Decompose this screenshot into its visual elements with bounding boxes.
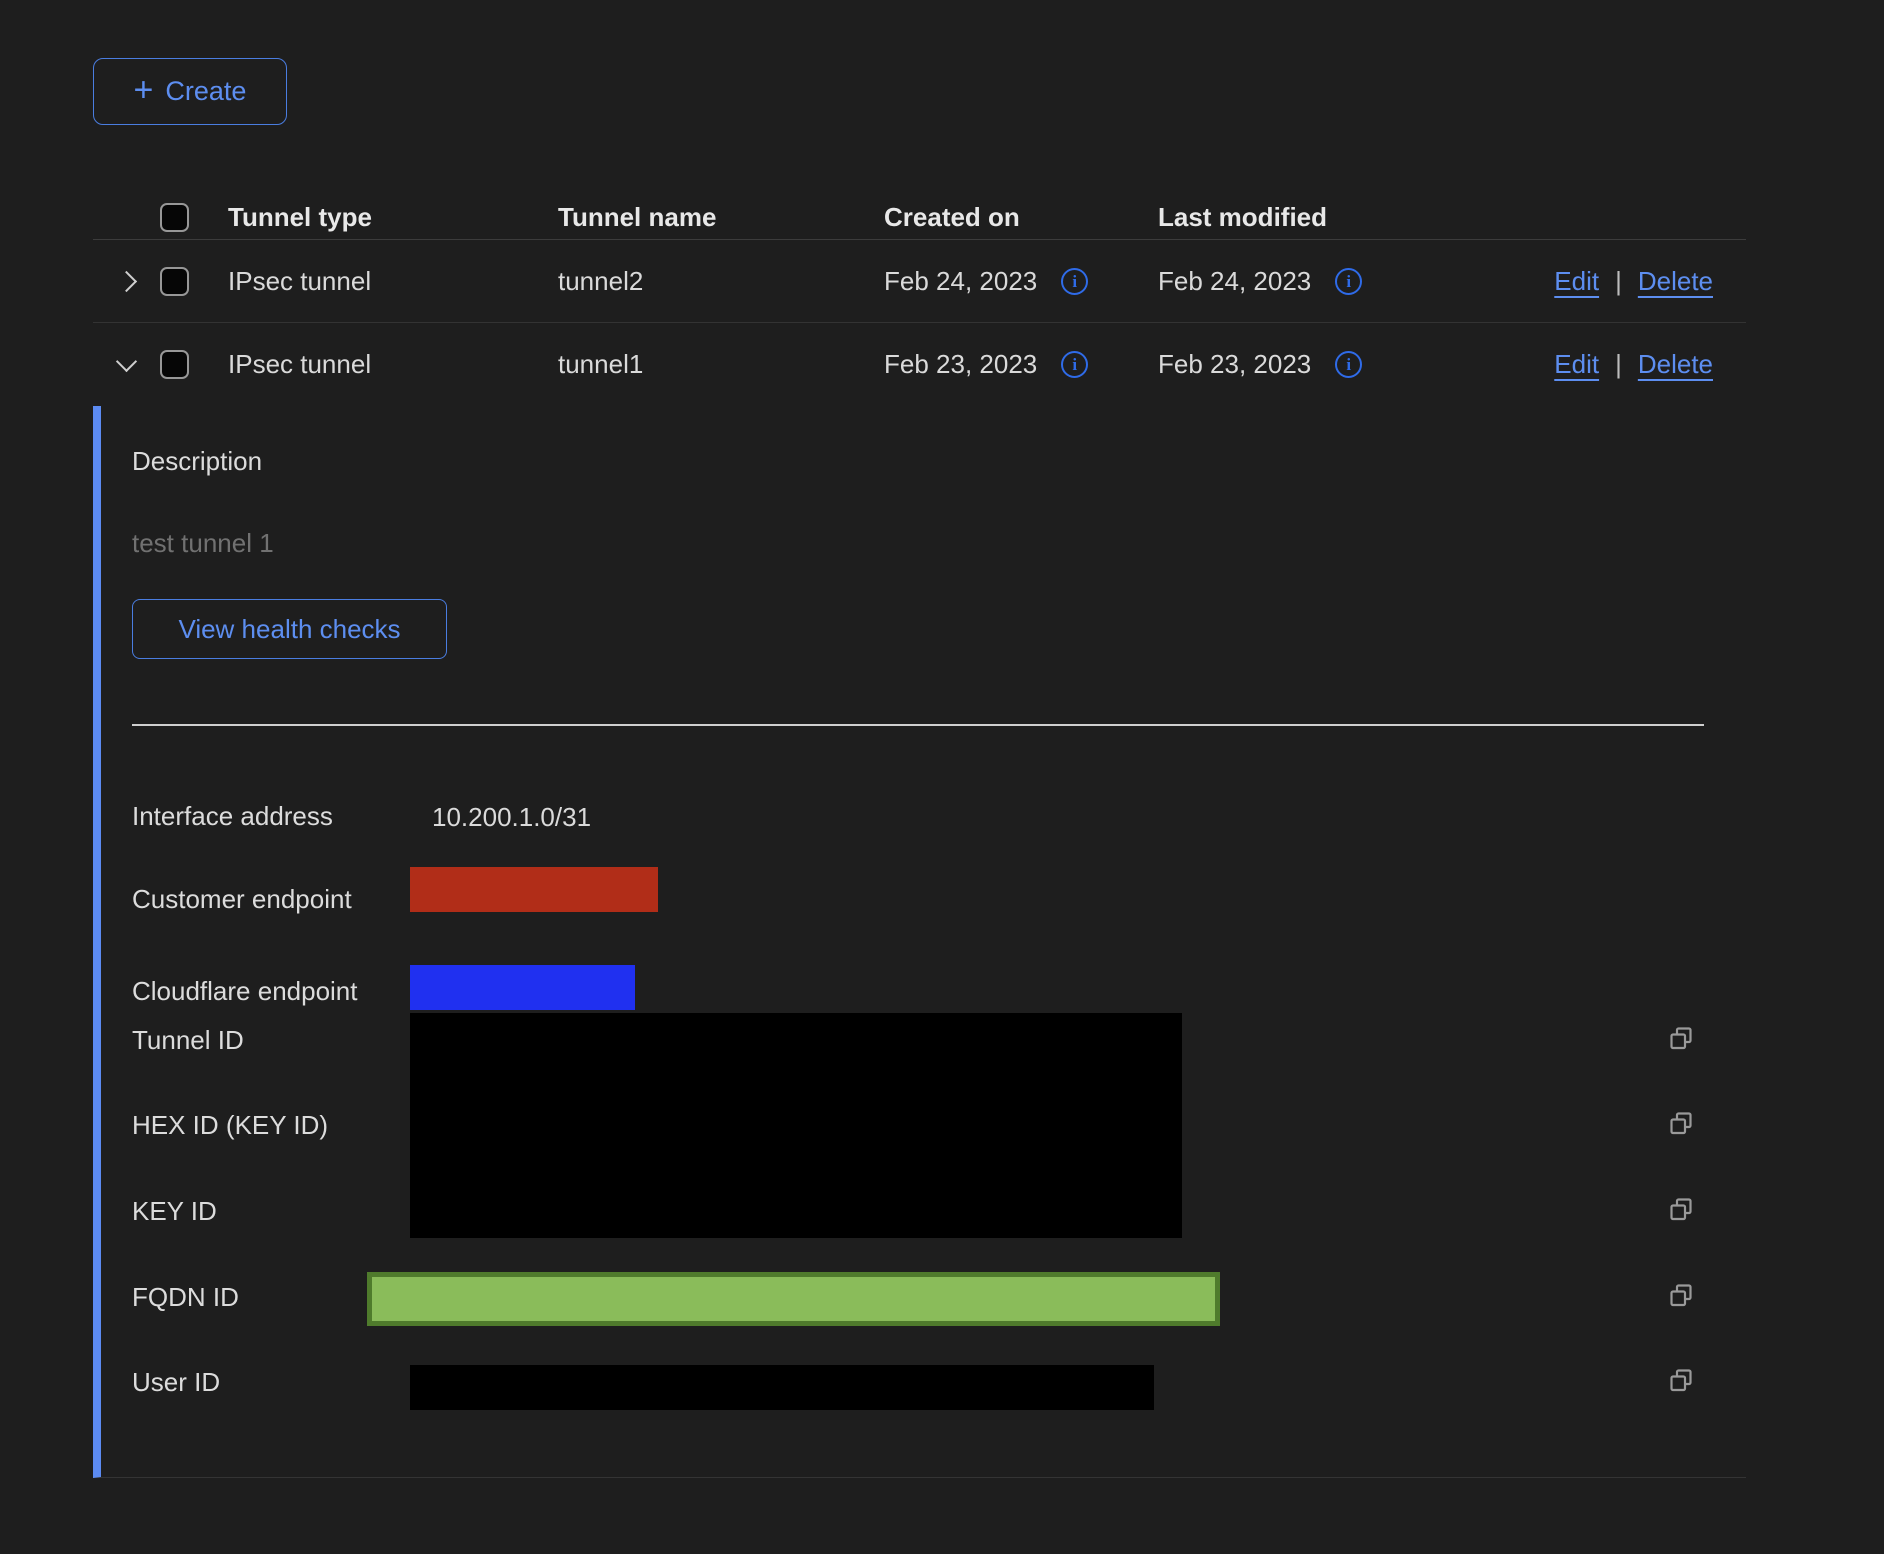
tunnels-page: + Create Tunnel type Tunnel name Created… <box>0 0 1884 1554</box>
cell-created-on: Feb 24, 2023 <box>884 266 1037 297</box>
create-button-label: Create <box>165 76 246 107</box>
copy-icon[interactable] <box>1667 1282 1695 1310</box>
cell-tunnel-type: IPsec tunnel <box>228 349 558 380</box>
table-row: IPsec tunnel tunnel1 Feb 23, 2023 Feb 23… <box>93 323 1746 406</box>
plus-icon: + <box>134 73 154 107</box>
header-tunnel-name: Tunnel name <box>558 202 884 233</box>
chevron-right-icon[interactable] <box>116 270 137 291</box>
chevron-down-icon[interactable] <box>116 351 137 372</box>
user-id-label: User ID <box>132 1368 220 1397</box>
table-row: IPsec tunnel tunnel2 Feb 24, 2023 Feb 24… <box>93 240 1746 323</box>
copy-icon[interactable] <box>1667 1367 1695 1395</box>
section-divider <box>132 724 1704 726</box>
interface-address-value: 10.200.1.0/31 <box>432 802 591 833</box>
hex-id-label: HEX ID (KEY ID) <box>132 1111 328 1140</box>
info-icon[interactable] <box>1335 351 1362 378</box>
description-label: Description <box>132 447 262 476</box>
cloudflare-endpoint-redacted-value <box>410 965 635 1010</box>
copy-icon[interactable] <box>1667 1025 1695 1053</box>
customer-endpoint-redacted-value <box>410 867 658 912</box>
cloudflare-endpoint-label: Cloudflare endpoint <box>132 977 358 1006</box>
info-icon[interactable] <box>1335 268 1362 295</box>
ids-redacted-value <box>410 1013 1182 1238</box>
fqdn-id-label: FQDN ID <box>132 1283 239 1312</box>
info-icon[interactable] <box>1061 268 1088 295</box>
cell-tunnel-name: tunnel2 <box>558 266 884 297</box>
edit-link[interactable]: Edit <box>1554 349 1599 380</box>
cell-tunnel-name: tunnel1 <box>558 349 884 380</box>
create-button[interactable]: + Create <box>93 58 287 125</box>
interface-address-label: Interface address <box>132 802 333 831</box>
cell-last-modified: Feb 23, 2023 <box>1158 349 1311 380</box>
fqdn-id-redacted-value <box>367 1272 1220 1326</box>
edit-link[interactable]: Edit <box>1554 266 1599 297</box>
description-value: test tunnel 1 <box>132 529 274 558</box>
tunnels-table: Tunnel type Tunnel name Created on Last … <box>93 195 1746 1478</box>
copy-icon[interactable] <box>1667 1110 1695 1138</box>
copy-icon[interactable] <box>1667 1196 1695 1224</box>
tunnel-details-panel: Description test tunnel 1 View health ch… <box>93 406 1746 1478</box>
header-created-on: Created on <box>884 202 1158 233</box>
tunnel-id-label: Tunnel ID <box>132 1026 244 1055</box>
view-health-checks-button[interactable]: View health checks <box>132 599 447 659</box>
actions-separator: | <box>1615 349 1622 380</box>
header-last-modified: Last modified <box>1158 202 1458 233</box>
info-icon[interactable] <box>1061 351 1088 378</box>
header-tunnel-type: Tunnel type <box>228 202 558 233</box>
cell-tunnel-type: IPsec tunnel <box>228 266 558 297</box>
cell-created-on: Feb 23, 2023 <box>884 349 1037 380</box>
actions-separator: | <box>1615 266 1622 297</box>
select-all-checkbox[interactable] <box>160 203 189 232</box>
customer-endpoint-label: Customer endpoint <box>132 885 352 914</box>
row-checkbox[interactable] <box>160 267 189 296</box>
cell-last-modified: Feb 24, 2023 <box>1158 266 1311 297</box>
user-id-redacted-value <box>410 1365 1154 1410</box>
delete-link[interactable]: Delete <box>1638 349 1713 380</box>
delete-link[interactable]: Delete <box>1638 266 1713 297</box>
table-header-row: Tunnel type Tunnel name Created on Last … <box>93 195 1746 240</box>
row-checkbox[interactable] <box>160 350 189 379</box>
key-id-label: KEY ID <box>132 1197 217 1226</box>
header-checkbox-cell <box>160 203 228 232</box>
